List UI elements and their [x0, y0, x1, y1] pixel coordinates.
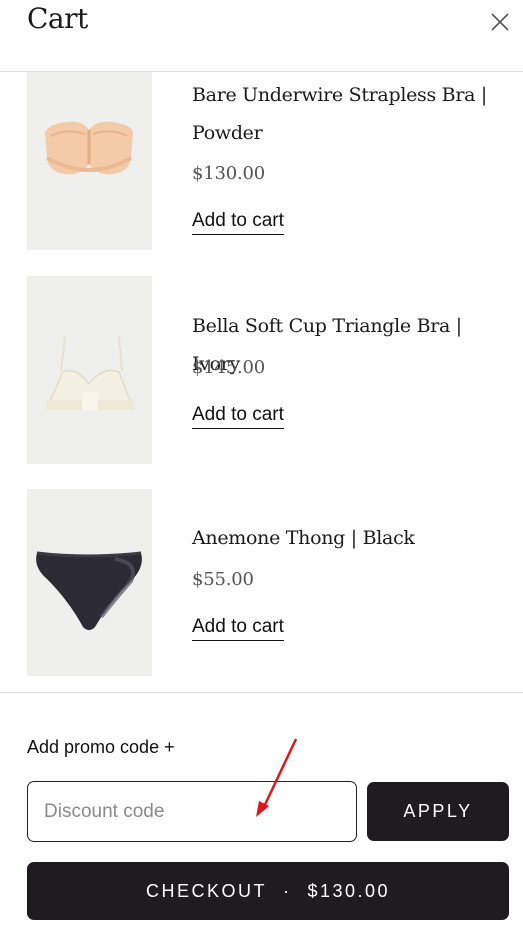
footer-divider	[0, 692, 523, 693]
product-price: $55.00	[192, 569, 254, 590]
checkout-total: $130.00	[307, 880, 391, 901]
cart-header: Cart	[0, 0, 523, 72]
product-image-strapless-bra[interactable]	[27, 72, 152, 250]
checkout-separator: ·	[282, 880, 292, 901]
close-icon[interactable]	[486, 8, 514, 36]
product-image-triangle-bra[interactable]	[27, 276, 152, 464]
apply-button[interactable]: APPLY	[367, 782, 509, 841]
product-price: $130.00	[192, 163, 266, 184]
add-to-cart-link[interactable]: Add to cart	[192, 404, 284, 429]
add-to-cart-link[interactable]: Add to cart	[192, 210, 284, 235]
product-image-thong[interactable]	[27, 489, 152, 676]
cart-title: Cart	[27, 2, 88, 35]
add-to-cart-link[interactable]: Add to cart	[192, 616, 284, 641]
product-price: $145.00	[192, 357, 266, 378]
checkout-label: CHECKOUT	[145, 880, 267, 901]
discount-code-input[interactable]	[27, 781, 357, 842]
product-title[interactable]: Anemone Thong | Black	[192, 519, 492, 557]
product-title[interactable]: Bare Underwire Strapless Bra | Powder	[192, 76, 492, 152]
checkout-button[interactable]: CHECKOUT · $130.00	[27, 862, 509, 920]
add-promo-code-toggle[interactable]: Add promo code +	[27, 737, 175, 758]
